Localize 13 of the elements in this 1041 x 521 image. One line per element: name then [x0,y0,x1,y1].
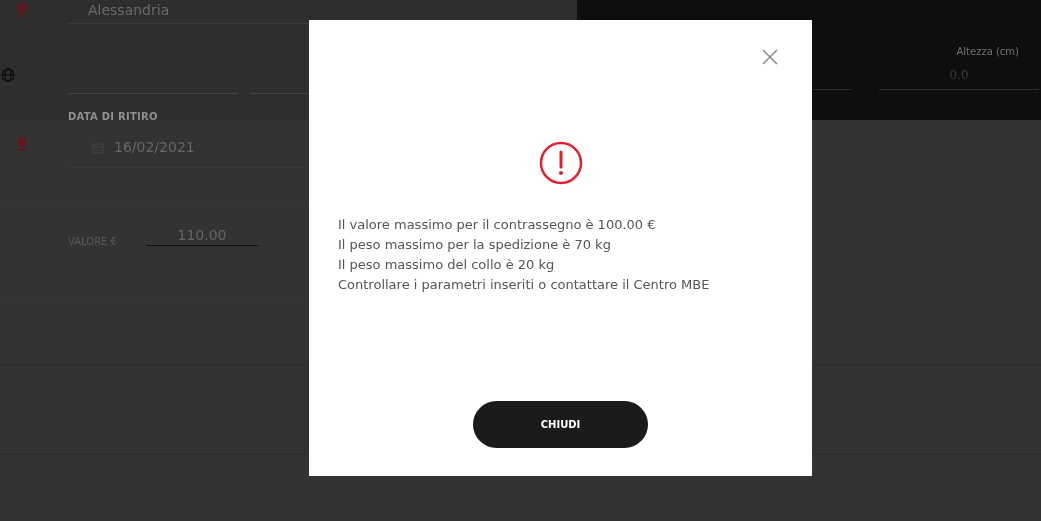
alert-message: Il peso massimo del collo è 20 kg [338,256,556,274]
globe-icon [1,68,15,82]
alert-message: Il peso massimo per la spedizione è 70 kg [338,236,612,254]
map-pin-icon [15,2,29,18]
exclamation-icon [538,141,583,185]
close-button[interactable] [761,48,779,66]
pickup-date-label: DATA DI RITIRO [68,110,158,124]
alert-message: Il valore massimo per il contrassegno è 100.00 € [338,216,657,234]
close-dialog-button[interactable]: CHIUDI [473,401,648,448]
map-pin-icon [15,136,29,152]
close-icon [761,48,779,66]
alert-message: Controllare i parametri inseriti o contattare il Centro MBE [338,276,710,294]
height-label: Altezza (cm) [956,45,1019,59]
